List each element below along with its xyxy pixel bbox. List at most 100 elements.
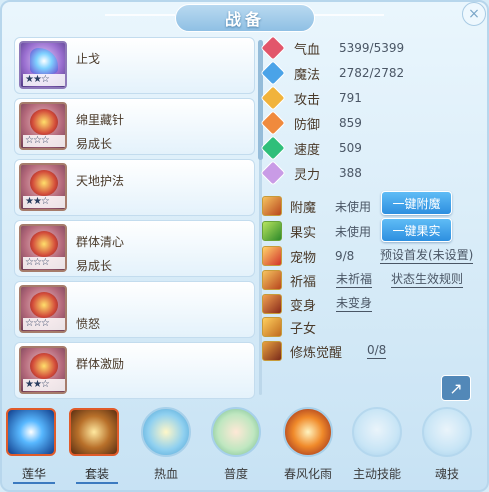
palm-icon [211, 407, 261, 457]
tab-label: 春风化雨 [283, 467, 332, 481]
lotus-icon [6, 408, 56, 456]
skill-tag: 易成长 [76, 137, 113, 151]
blessing-icon [262, 270, 282, 290]
blessing-status-link[interactable]: 未祈福 [336, 272, 373, 288]
fruit-label: 果实 [290, 225, 317, 241]
tab-active-skill[interactable]: 主动技能 [346, 405, 408, 489]
pet-count: 9/8 [335, 249, 355, 263]
share-icon[interactable]: ↗ [441, 375, 471, 401]
tab-label: 普度 [223, 467, 248, 481]
purple-fan-icon: ★★☆ [19, 41, 67, 89]
skill-name: 绵里藏针 [76, 113, 125, 127]
star-rating: ☆☆☆ [23, 135, 65, 147]
stat-value: 509 [339, 141, 362, 155]
skill-card-tiandi[interactable]: ★★☆ 天地护法 [14, 159, 255, 216]
skill-name: 群体清心 [76, 235, 125, 249]
stat-attack: 攻击 791 [260, 85, 362, 111]
stat-mp: 魔法 2782/2782 [260, 60, 404, 86]
stat-value: 791 [339, 91, 362, 105]
tab-label: 主动技能 [352, 467, 401, 481]
one-click-enchant-button[interactable]: 一键附魔 [381, 191, 452, 215]
skill-card-mianli[interactable]: ☆☆☆ 绵里藏针 易成长 [14, 98, 255, 155]
star-rating: ☆☆☆ [23, 257, 65, 269]
skill-name: 愤怒 [76, 317, 101, 331]
fruit-row: 果实 未使用 [262, 220, 371, 242]
pet-icon [262, 246, 282, 266]
stat-label: 防御 [294, 117, 321, 133]
transform-status-link[interactable]: 未变身 [336, 296, 373, 312]
tab-lianhua[interactable]: 莲华 [3, 405, 65, 489]
tab-label: 套装 [84, 467, 109, 481]
title-ornament-right [314, 14, 384, 16]
transform-row: 变身 [262, 293, 335, 315]
skill-card-fennu[interactable]: ☆☆☆ 愤怒 [14, 281, 255, 338]
tab-label: 莲华 [21, 467, 46, 481]
armor-suit-icon [69, 408, 119, 456]
skill-list[interactable]: ★★☆ 止戈 ☆☆☆ 绵里藏针 易成长 ★★☆ 天地护法 ☆☆☆ 群体清心 易成… [14, 37, 259, 400]
mana-icon [260, 60, 286, 86]
stat-label: 魔法 [294, 67, 321, 83]
skill-card-qingxin[interactable]: ☆☆☆ 群体清心 易成长 [14, 220, 255, 277]
tab-suit[interactable]: 套装 [66, 405, 128, 489]
one-click-fruit-button[interactable]: 一键果实 [381, 218, 452, 242]
stat-label: 灵力 [294, 167, 321, 183]
tab-label: 魂技 [434, 467, 459, 481]
blessing-label: 祈福 [290, 274, 317, 290]
panel-title: 战备 [175, 4, 315, 32]
cultivation-row: 修炼觉醒 [262, 340, 360, 362]
preset-starter-link[interactable]: 预设首发(未设置) [380, 248, 474, 264]
stat-value: 388 [339, 166, 362, 180]
attack-icon [260, 85, 286, 111]
star-rating: ★★☆ [23, 74, 65, 86]
transform-icon [262, 294, 282, 314]
cleanse-icon: ☆☆☆ [19, 224, 67, 272]
stat-defense: 防御 859 [260, 110, 362, 136]
fruit-status: 未使用 [335, 224, 372, 239]
locked-skill-icon [352, 407, 402, 457]
tab-pudu[interactable]: 普度 [205, 405, 267, 489]
stat-label: 气血 [294, 42, 321, 58]
cultivation-icon [262, 341, 282, 361]
child-icon [262, 317, 282, 337]
fury-ring-icon: ☆☆☆ [19, 285, 67, 333]
tab-soul-skill[interactable]: 魂技 [416, 405, 478, 489]
title-ornament-left [105, 14, 175, 16]
tab-label: 热血 [153, 467, 178, 481]
skill-name: 止戈 [76, 52, 101, 66]
skill-card-zhige[interactable]: ★★☆ 止戈 [14, 37, 255, 94]
skill-name: 群体激励 [76, 357, 125, 371]
inspire-icon: ★★☆ [19, 346, 67, 394]
tab-rexue[interactable]: 热血 [135, 405, 197, 489]
status-rule-link[interactable]: 状态生效规则 [391, 272, 464, 288]
cultivation-progress-link[interactable]: 0/8 [367, 343, 387, 359]
stat-label: 速度 [294, 142, 321, 158]
fruit-icon [262, 221, 282, 241]
skill-name: 天地护法 [76, 174, 125, 188]
tab-underline [76, 482, 118, 484]
stat-value: 5399/5399 [339, 41, 405, 55]
tab-chunfeng[interactable]: 春风化雨 [277, 405, 339, 489]
skill-card-jili[interactable]: ★★☆ 群体激励 [14, 342, 255, 399]
spring-rain-icon [283, 407, 333, 457]
shield-icon [260, 110, 286, 136]
guardian-icon: ★★☆ [19, 163, 67, 211]
cultivation-label: 修炼觉醒 [290, 345, 343, 361]
close-icon[interactable]: × [462, 2, 486, 26]
enchant-row: 附魔 未使用 [262, 195, 371, 217]
skill-tag: 易成长 [76, 259, 113, 273]
heart-icon [260, 35, 286, 61]
stat-label: 攻击 [294, 92, 321, 108]
child-label[interactable]: 子女 [290, 318, 335, 337]
enchant-label: 附魔 [290, 200, 317, 216]
pet-row: 宠物 9/8 [262, 245, 354, 267]
star-rating: ★★☆ [23, 379, 65, 391]
enchant-status: 未使用 [335, 199, 372, 214]
star-rating: ☆☆☆ [23, 318, 65, 330]
child-row: 子女 [262, 316, 335, 338]
star-rating: ★★☆ [23, 196, 65, 208]
stat-speed: 速度 509 [260, 135, 362, 161]
blessing-row: 祈福 [262, 269, 335, 291]
needle-icon: ☆☆☆ [19, 102, 67, 150]
tab-underline [13, 482, 55, 484]
stat-spirit: 灵力 388 [260, 160, 362, 186]
